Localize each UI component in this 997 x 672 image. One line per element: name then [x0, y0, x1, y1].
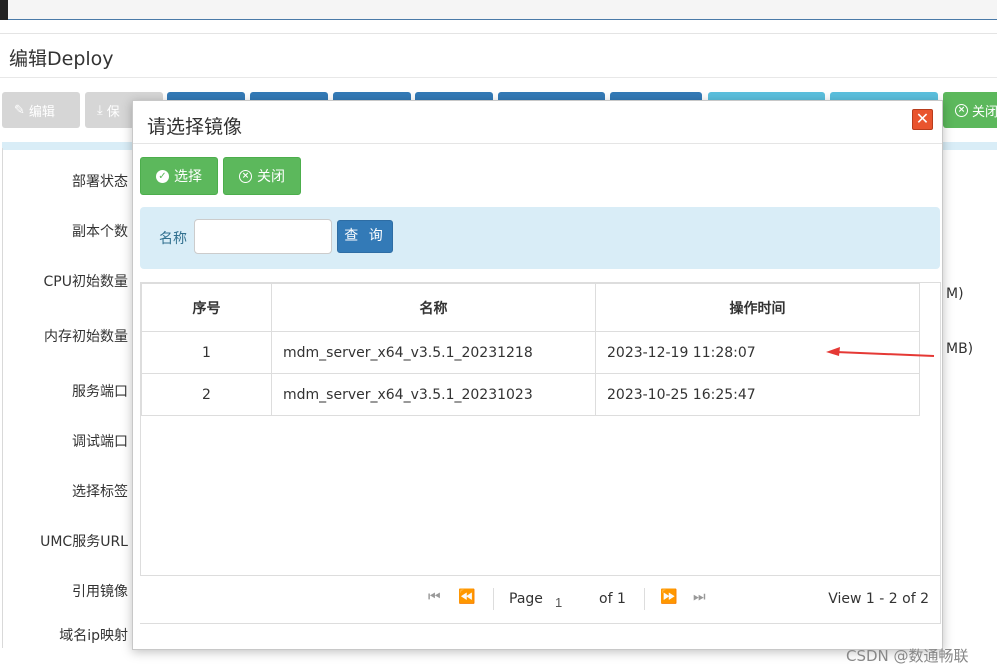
close-circle-icon: ×	[955, 103, 968, 117]
dialog-title: 请选择镜像	[147, 116, 243, 138]
pager-bar: ⏮ ⏪ Page of 1 ⏩ ⏭ View 1 - 2 of 2	[140, 575, 940, 623]
page-title: 编辑Deploy	[9, 48, 114, 70]
top-strip-marker	[0, 0, 8, 20]
cell-name: mdm_server_x64_v3.5.1_20231218	[271, 331, 596, 374]
cell-name: mdm_server_x64_v3.5.1_20231023	[271, 373, 596, 416]
toolbar-close-button[interactable]: × 关闭	[943, 92, 997, 128]
pager-divider	[493, 588, 494, 610]
label-debug-port: 调试端口	[72, 434, 128, 450]
label-deploy-status: 部署状态	[72, 174, 128, 190]
label-image-ref: 引用镜像	[72, 584, 128, 600]
page-label: Page	[509, 591, 543, 607]
annotation-arrow	[826, 347, 935, 357]
label-memory-initial: 内存初始数量	[44, 329, 128, 345]
cell-index: 2	[141, 373, 272, 416]
label-select-tags: 选择标签	[72, 484, 128, 500]
save-button-label: 保	[106, 104, 120, 120]
record-count-label: View 1 - 2 of 2	[828, 591, 929, 607]
query-button[interactable]: 查 询	[337, 220, 393, 253]
last-page-icon[interactable]: ⏭	[693, 589, 706, 605]
select-button-label: 选择	[174, 169, 202, 185]
edit-icon: ✎	[14, 102, 25, 118]
name-search-input[interactable]	[194, 219, 332, 254]
name-label: 名称	[159, 231, 187, 247]
check-circle-icon: ✓	[156, 169, 169, 183]
dialog-header-divider	[133, 143, 942, 144]
toolbar-close-label: 关闭	[972, 104, 997, 120]
page-number-input[interactable]	[551, 588, 593, 612]
label-service-port: 服务端口	[72, 384, 128, 400]
download-icon: ⤓	[97, 102, 103, 118]
table-row[interactable]: 1 mdm_server_x64_v3.5.1_20231218 2023-12…	[141, 331, 920, 374]
page-count-label: of 1	[599, 591, 626, 607]
form-panel-border	[2, 148, 3, 648]
cell-time: 2023-10-25 16:25:47	[595, 373, 920, 416]
cell-index: 1	[141, 331, 272, 374]
label-domain-ip: 域名ip映射	[59, 628, 128, 644]
next-page-icon[interactable]: ⏩	[660, 589, 677, 605]
column-header-index[interactable]: 序号	[141, 283, 272, 332]
memory-unit-fragment: MB)	[946, 341, 974, 357]
table-header-row: 序号 名称 操作时间	[141, 283, 920, 332]
cpu-unit-fragment: M)	[946, 286, 964, 302]
dialog-close-button[interactable]: × 关闭	[223, 157, 301, 195]
watermark: CSDN @数通畅联	[846, 647, 969, 665]
search-panel: 名称 查 询	[140, 207, 940, 269]
first-page-icon[interactable]: ⏮	[428, 589, 441, 605]
close-circle-icon: ×	[239, 169, 252, 183]
select-button[interactable]: ✓ 选择	[140, 157, 218, 195]
table-row[interactable]: 2 mdm_server_x64_v3.5.1_20231023 2023-10…	[141, 373, 920, 416]
close-x-icon[interactable]: ✕	[912, 109, 933, 130]
dialog-close-label: 关闭	[257, 169, 285, 185]
label-cpu-initial: CPU初始数量	[43, 274, 128, 290]
prev-page-icon[interactable]: ⏪	[458, 589, 475, 605]
edit-button[interactable]: ✎ 编辑	[2, 92, 80, 128]
select-image-dialog: 请选择镜像 ✕ ✓ 选择 × 关闭 名称 查 询 序号 名称 操作时间 1 md…	[132, 100, 943, 650]
column-header-time[interactable]: 操作时间	[595, 283, 920, 332]
pager-divider	[644, 588, 645, 610]
top-divider	[0, 33, 997, 34]
title-divider	[0, 77, 997, 78]
label-replica-count: 副本个数	[72, 224, 128, 240]
label-umc-url: UMC服务URL	[40, 534, 128, 550]
image-grid: 序号 名称 操作时间 1 mdm_server_x64_v3.5.1_20231…	[140, 282, 941, 624]
image-table: 序号 名称 操作时间 1 mdm_server_x64_v3.5.1_20231…	[141, 283, 920, 416]
column-header-name[interactable]: 名称	[271, 283, 596, 332]
top-strip	[0, 0, 997, 20]
edit-button-label: 编辑	[28, 104, 55, 120]
